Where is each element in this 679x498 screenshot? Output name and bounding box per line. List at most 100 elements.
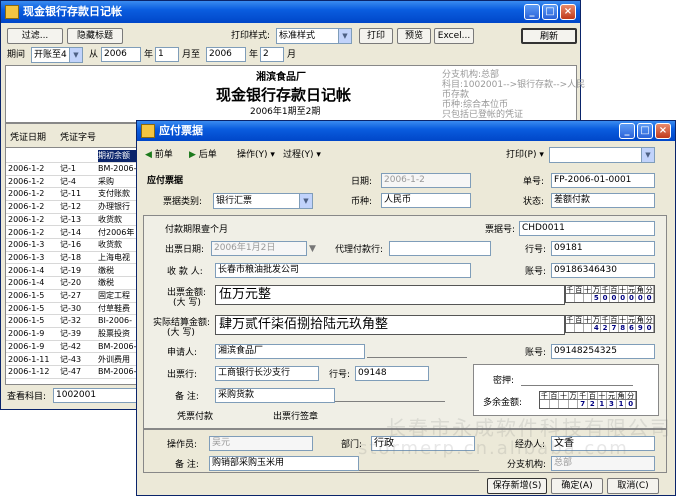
cell-voucher: 记-13 [60, 214, 82, 224]
number-input[interactable]: FP-2006-01-0001 [551, 173, 655, 188]
save-new-button[interactable]: 保存新增(S) [487, 478, 547, 494]
cell-voucher: 记-39 [60, 329, 82, 339]
subject-input[interactable]: 1002001 [53, 388, 137, 403]
close-icon[interactable]: × [560, 4, 576, 20]
excel-button[interactable]: Excel... [434, 28, 474, 44]
journal-grid[interactable]: 凭证日期 凭证字号 期初余额 2006-1-2 记-1 BM-2006- 2006-1… [5, 123, 142, 385]
cancel-button[interactable]: 取消(C) [607, 478, 659, 494]
maximize-icon[interactable]: □ [542, 4, 558, 20]
bank-no2-input[interactable]: 09148 [355, 366, 429, 381]
table-row[interactable]: 2006-1-9 记-39 股票投资 [6, 328, 140, 341]
agent-bank-input[interactable] [389, 241, 491, 256]
next-button[interactable]: ▶ 后单 [189, 149, 217, 161]
issuer-bank-label: 出票行: [167, 370, 198, 380]
table-row[interactable]: 2006-1-12 记-47 BM-2006- [6, 366, 140, 379]
action-menu[interactable]: 操作(Y) ▾ [237, 149, 275, 161]
digit-cell: 0 [645, 324, 654, 332]
date-input[interactable]: 2006-1-2 [381, 173, 471, 188]
bank-no-input[interactable]: 09181 [551, 241, 655, 256]
digit-header: 角 [617, 392, 627, 399]
issue-date-input[interactable]: 2006年1月2日 [211, 241, 307, 256]
note-line: 付款期限壹个月 [165, 225, 229, 235]
digit-header: 十 [583, 316, 593, 323]
table-row[interactable]: 2006-1-2 记-12 办理银行 [6, 201, 140, 214]
start-year-input[interactable]: 2006 [101, 47, 141, 62]
start-month-input[interactable]: 1 [155, 47, 179, 62]
table-row[interactable]: 2006-1-5 记-32 BI-2006- [6, 315, 140, 328]
amount-digit-grid: 千百十万千百十元角分 5000000 [565, 285, 655, 303]
cell-date: 2006-1-4 [8, 265, 45, 275]
watermark-url: stormerp.cn.alibaba.com [358, 438, 629, 459]
report-info-3: 币存款 [442, 90, 470, 100]
table-row[interactable]: 2006-1-4 记-19 缴税 [6, 265, 140, 278]
category-select[interactable]: 银行汇票 ▼ [213, 193, 313, 209]
memo-input[interactable]: 采购货款 [215, 388, 335, 403]
period-mode-select[interactable]: 开账至4 ▼ [31, 47, 83, 63]
digit-header: 千 [566, 316, 575, 323]
journal-title: 现金银行存款日记帐 [23, 5, 122, 18]
journal-titlebar[interactable]: 现金银行存款日记帐 _ □ × [1, 1, 580, 23]
digit-header: 十 [619, 316, 628, 323]
account2-input[interactable]: 09148254325 [551, 344, 655, 359]
end-month-input[interactable]: 2 [260, 47, 284, 62]
arrow-right-icon: ▶ [189, 150, 196, 160]
report-info-1: 分支机构:总部 [442, 70, 500, 80]
hide-title-button[interactable]: 隐藏标题 [67, 28, 123, 44]
cell-voucher: 记-12 [60, 202, 82, 212]
print-button[interactable]: 打印 [359, 28, 393, 44]
minimize-icon[interactable]: _ [524, 4, 540, 20]
table-row[interactable]: 2006-1-9 记-42 BM-2006- [6, 341, 140, 354]
table-row[interactable]: 2006-1-3 记-18 上海电视 [6, 252, 140, 265]
table-row[interactable]: 期初余额 [6, 150, 142, 163]
payee-input[interactable]: 长春市粮油批发公司 [215, 263, 471, 278]
currency-input[interactable]: 人民币 [381, 193, 471, 208]
maximize-icon[interactable]: □ [637, 123, 653, 139]
chevron-down-icon: ▼ [338, 29, 351, 43]
close-icon[interactable]: × [655, 123, 671, 139]
print-menu[interactable]: 打印(P) ▾ [506, 149, 544, 161]
end-year-input[interactable]: 2006 [206, 47, 246, 62]
prev-button[interactable]: ◀ 前单 [145, 149, 173, 161]
process-menu[interactable]: 过程(Y) ▾ [283, 149, 321, 161]
ok-button[interactable]: 确定(A) [551, 478, 603, 494]
digit-cell: 4 [592, 324, 602, 332]
table-row[interactable]: 2006-1-2 记-11 支付账款 [6, 188, 140, 201]
table-row[interactable]: 2006-1-3 记-16 收货款 [6, 239, 140, 252]
digit-header: 元 [607, 392, 617, 399]
cell-date: 2006-1-5 [8, 316, 45, 326]
table-row[interactable]: 2006-1-2 记-13 收货款 [6, 214, 140, 227]
issuer-bank-input[interactable]: 工商银行长沙支行 [215, 366, 319, 381]
filter-button[interactable]: 过滤... [7, 28, 63, 44]
applicant-input[interactable]: 湘滨食品厂 [215, 344, 365, 359]
table-row[interactable]: 2006-1-5 记-27 固定工程 [6, 290, 140, 303]
table-row[interactable]: 2006-1-11 记-43 外训费用 [6, 354, 140, 366]
footer-memo-input[interactable]: 购销部采购玉米用 [209, 456, 359, 471]
table-row[interactable]: 2006-1-4 记-20 缴税 [6, 277, 140, 290]
status-input[interactable]: 差额付款 [551, 193, 655, 208]
chevron-down-icon[interactable]: ▼ [309, 243, 316, 255]
print-template-select[interactable]: ▼ [549, 147, 655, 163]
digit-cell: 0 [636, 294, 646, 302]
voucher-no-input[interactable]: CHD0011 [519, 221, 655, 236]
table-row[interactable]: 2006-1-5 记-30 付草鞋费 [6, 303, 140, 316]
cell-voucher: 记-1 [60, 164, 76, 173]
payable-titlebar[interactable]: 应付票据 _ □ × [137, 121, 675, 141]
digit-header: 千 [566, 286, 575, 293]
refresh-button[interactable]: 刷新 [521, 28, 577, 44]
digit-cell [584, 324, 593, 332]
amount-words[interactable]: 伍万元整 [215, 285, 565, 305]
digit-header: 百 [575, 286, 584, 293]
table-row[interactable]: 2006-1-2 记-1 BM-2006- [6, 163, 140, 176]
preview-button[interactable]: 预览 [397, 28, 431, 44]
settle-words[interactable]: 肆万贰仟柒佰捌拾陆元玖角整 [215, 315, 565, 335]
table-row[interactable]: 2006-1-2 记-14 付2006年 [6, 227, 140, 239]
cell-voucher: 记-16 [60, 240, 82, 250]
print-style-select[interactable]: 标准样式 ▼ [276, 28, 352, 44]
table-row[interactable]: 2006-1-2 记-4 采购 [6, 176, 140, 189]
minimize-icon[interactable]: _ [619, 123, 635, 139]
digit-cell: 2 [588, 400, 598, 408]
operator-input[interactable]: 吴元 [209, 436, 313, 451]
cell-date: 2006-1-2 [8, 176, 45, 186]
cell-voucher: 记-42 [60, 341, 82, 351]
account-input[interactable]: 09186346430 [551, 263, 655, 278]
